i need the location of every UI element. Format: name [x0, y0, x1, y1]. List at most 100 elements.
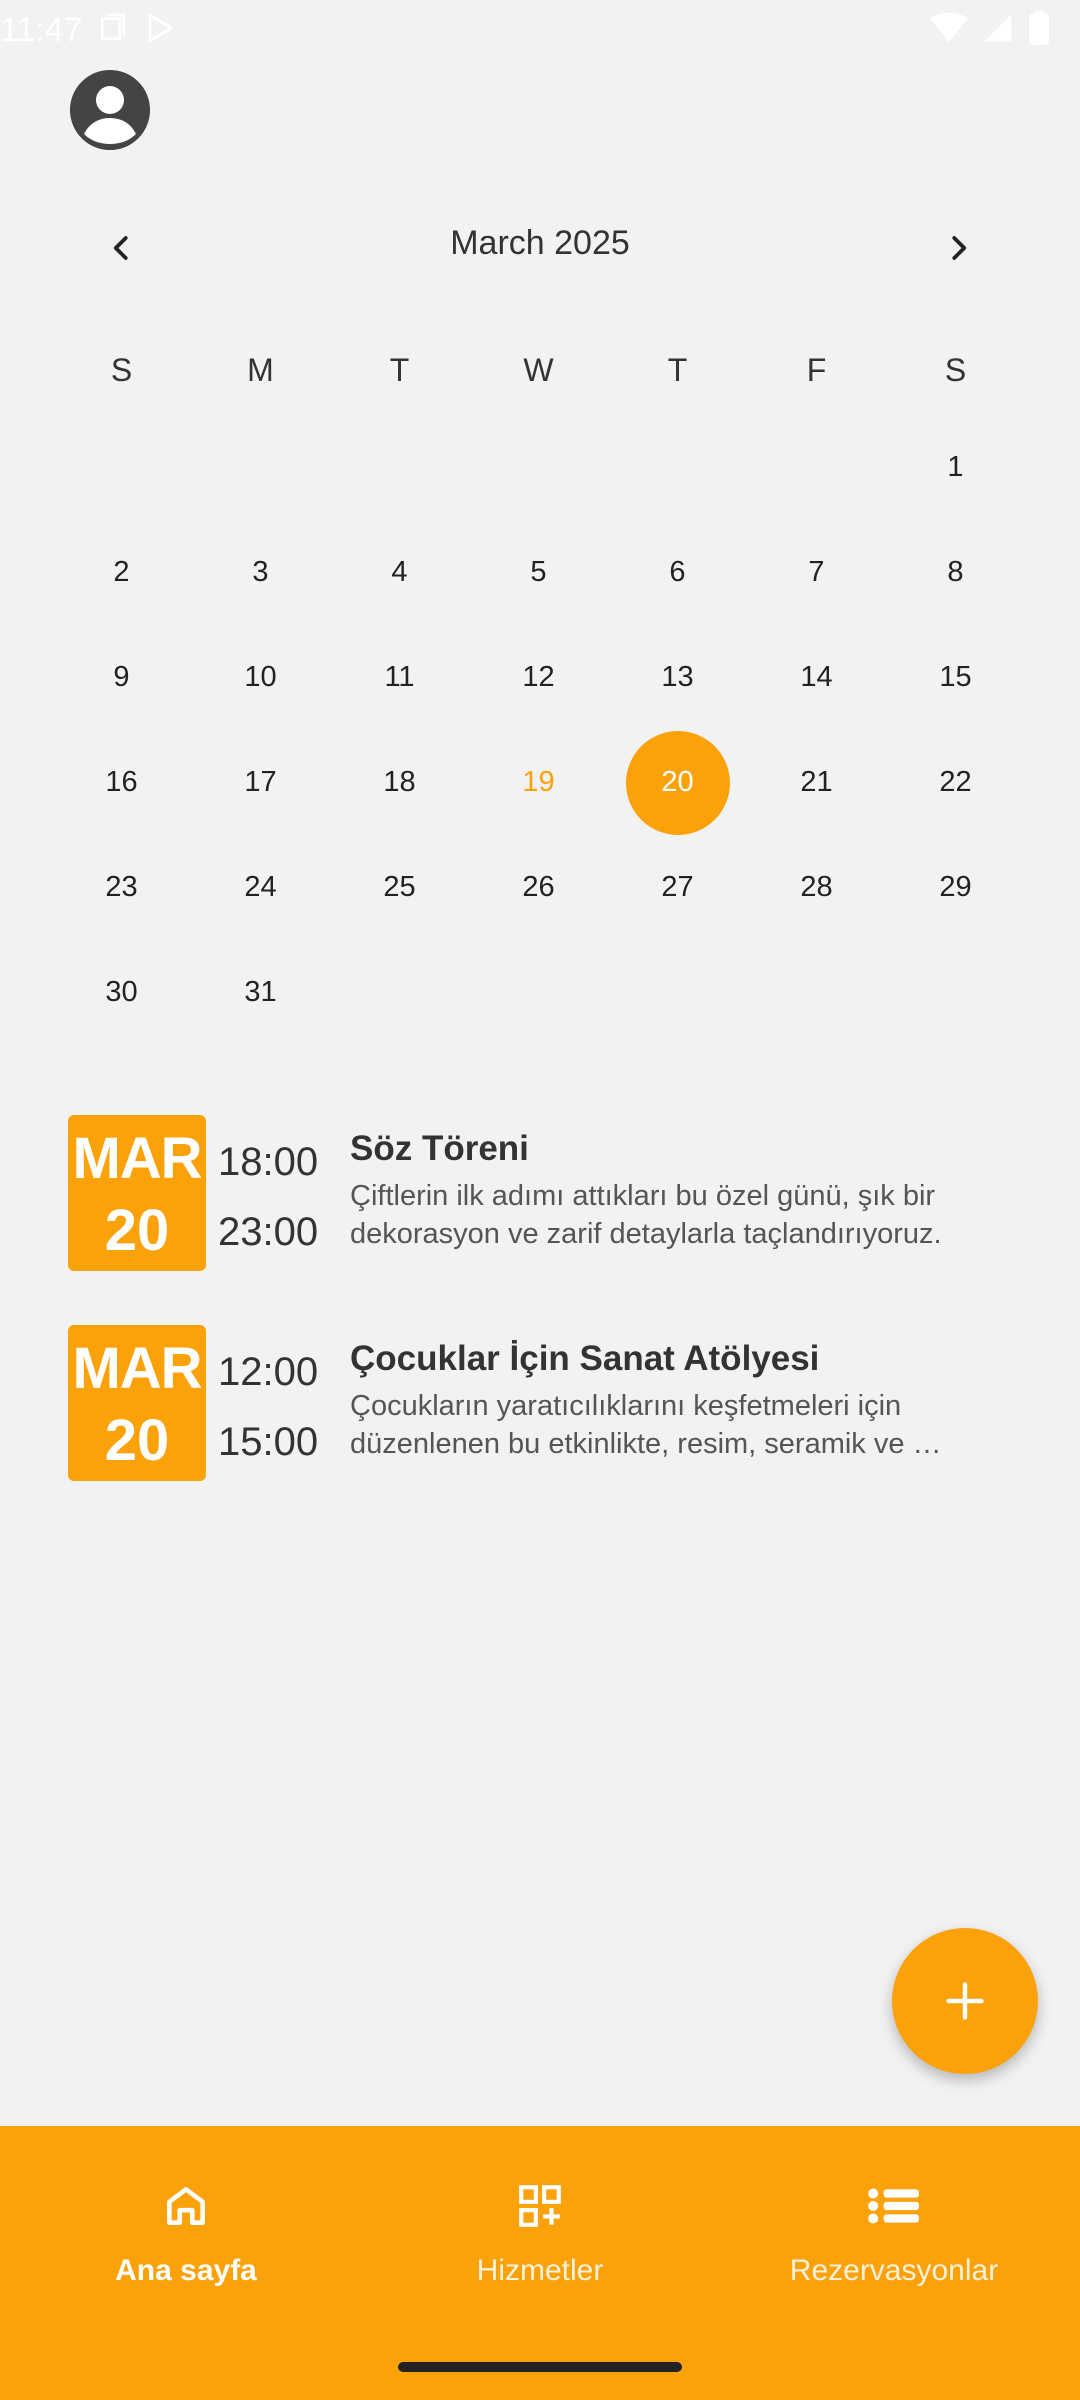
calendar-day[interactable]: 21	[747, 730, 886, 835]
day-number: 19	[522, 766, 555, 798]
calendar-week-row: 2 3 4 5 6 7 8	[52, 520, 1028, 625]
calendar-day[interactable]: 22	[886, 730, 1025, 835]
nav-item-home[interactable]: Ana sayfa	[6, 2126, 366, 2326]
calendar-day[interactable]: 27	[608, 835, 747, 940]
calendar-day[interactable]: 16	[52, 730, 191, 835]
calendar-day[interactable]: 11	[330, 625, 469, 730]
empty-day-cell	[330, 940, 469, 1045]
plus-icon	[946, 1982, 984, 2020]
event-card[interactable]: MAR 20 12:00 15:00 Çocuklar İçin Sanat A…	[68, 1325, 1018, 1485]
play-store-icon	[143, 11, 177, 50]
calendar-week-row: 1	[52, 415, 1028, 520]
day-number: 1	[947, 451, 964, 483]
grid-add-icon	[515, 2174, 565, 2238]
day-number: 31	[244, 976, 277, 1008]
calendar-day[interactable]: 4	[330, 520, 469, 625]
day-number: 6	[669, 556, 686, 588]
day-number: 12	[522, 661, 555, 693]
weekday-label: M	[247, 352, 274, 388]
day-number: 17	[244, 766, 277, 798]
calendar-day[interactable]: 24	[191, 835, 330, 940]
day-number: 18	[383, 766, 416, 798]
event-body: Söz Töreni Çiftlerin ilk adımı attıkları…	[350, 1127, 1030, 1253]
calendar-day[interactable]: 25	[330, 835, 469, 940]
calendar-day[interactable]: 9	[52, 625, 191, 730]
day-number: 20	[625, 730, 730, 835]
empty-day-cell	[608, 940, 747, 1045]
calendar-day[interactable]: 19	[469, 730, 608, 835]
day-number: 4	[391, 556, 408, 588]
day-number: 5	[530, 556, 547, 588]
calendar-day[interactable]: 29	[886, 835, 1025, 940]
event-month: MAR	[72, 1126, 202, 1191]
day-number: 7	[808, 556, 825, 588]
account-icon	[70, 70, 150, 150]
day-number: 15	[939, 661, 972, 693]
calendar-day[interactable]: 23	[52, 835, 191, 940]
calendar-day[interactable]: 13	[608, 625, 747, 730]
event-card[interactable]: MAR 20 18:00 23:00 Söz Töreni Çiftlerin …	[68, 1115, 1018, 1275]
event-date-badge: MAR 20	[68, 1115, 206, 1271]
calendar-day[interactable]: 17	[191, 730, 330, 835]
empty-day-cell	[886, 940, 1025, 1045]
calendar-day[interactable]: 28	[747, 835, 886, 940]
event-month: MAR	[72, 1336, 202, 1401]
day-number: 9	[113, 661, 130, 693]
event-title: Çocuklar İçin Sanat Atölyesi	[350, 1339, 820, 1378]
calendar-day[interactable]: 14	[747, 625, 886, 730]
calendar-day[interactable]: 5	[469, 520, 608, 625]
add-event-button[interactable]	[892, 1928, 1038, 2074]
calendar-day[interactable]: 7	[747, 520, 886, 625]
list-icon	[866, 2174, 922, 2238]
weekday-label: T	[667, 352, 688, 388]
day-number: 2	[113, 556, 130, 588]
calendar-day[interactable]: 18	[330, 730, 469, 835]
calendar-day[interactable]: 26	[469, 835, 608, 940]
empty-day-cell	[191, 415, 330, 520]
next-month-button[interactable]	[930, 220, 986, 276]
calendar-day[interactable]: 8	[886, 520, 1025, 625]
calendar-day[interactable]: 12	[469, 625, 608, 730]
calendar-day[interactable]: 20	[608, 730, 747, 835]
weekday-label: T	[389, 352, 410, 388]
empty-day-cell	[747, 940, 886, 1045]
empty-day-cell	[608, 415, 747, 520]
calendar-day[interactable]: 15	[886, 625, 1025, 730]
day-number: 11	[384, 661, 415, 693]
nav-item-reservations[interactable]: Rezervasyonlar	[714, 2126, 1074, 2326]
event-description: Çocukların yaratıcılıklarını keşfetmeler…	[350, 1390, 942, 1460]
status-time: 11:47	[0, 10, 83, 49]
day-number: 26	[522, 871, 555, 903]
calendar-day[interactable]: 30	[52, 940, 191, 1045]
day-number: 22	[939, 766, 972, 798]
calendar-day[interactable]: 3	[191, 520, 330, 625]
calendar-day[interactable]: 1	[886, 415, 1025, 520]
calendar-week-row: 23 24 25 26 27 28 29	[52, 835, 1028, 940]
status-left: 11:47	[0, 11, 177, 50]
event-end-time: 15:00	[218, 1420, 319, 1464]
day-number: 16	[105, 766, 138, 798]
wifi-icon	[930, 12, 968, 49]
weekday-label: F	[806, 352, 827, 388]
weekday-header: S M T W T F S	[52, 345, 1028, 395]
event-start-time: 18:00	[218, 1140, 319, 1184]
month-title: March 2025	[450, 224, 630, 262]
day-number: 29	[939, 871, 972, 903]
calendar-day[interactable]: 31	[191, 940, 330, 1045]
home-icon	[161, 2174, 211, 2238]
nav-label: Hizmetler	[476, 2254, 604, 2287]
day-number: 24	[244, 871, 277, 903]
nav-label: Ana sayfa	[115, 2254, 257, 2287]
empty-day-cell	[52, 415, 191, 520]
calendar-week-row: 30 31	[52, 940, 1028, 1045]
event-start-time: 12:00	[218, 1350, 319, 1394]
nav-item-services[interactable]: Hizmetler	[360, 2126, 720, 2326]
calendar-day[interactable]: 10	[191, 625, 330, 730]
profile-avatar[interactable]	[70, 70, 150, 150]
event-day: 20	[104, 1198, 170, 1263]
calendar-day[interactable]: 6	[608, 520, 747, 625]
nav-label: Rezervasyonlar	[789, 2254, 999, 2287]
calendar-day[interactable]: 2	[52, 520, 191, 625]
weekday-label: S	[110, 352, 133, 388]
day-number: 14	[800, 661, 833, 693]
